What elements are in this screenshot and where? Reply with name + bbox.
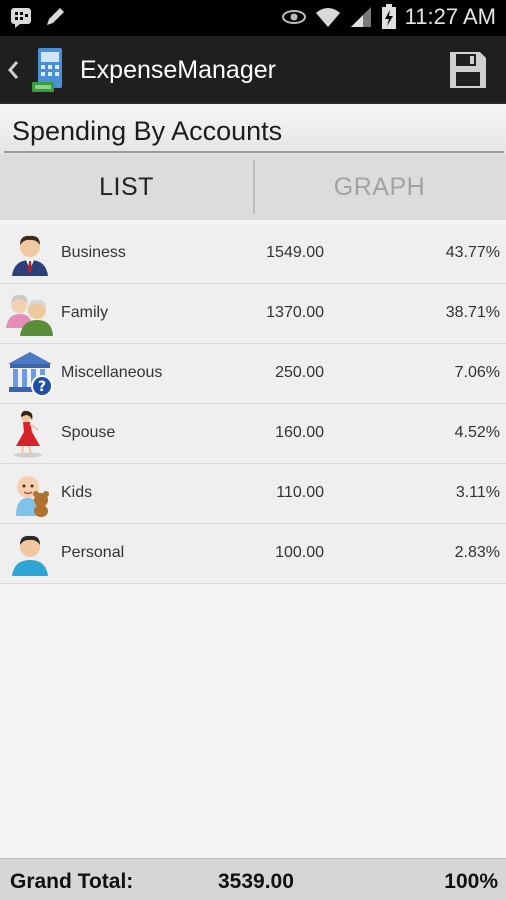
account-amount: 1370.00 <box>266 304 324 321</box>
grand-total-amount: 3539.00 <box>218 870 294 893</box>
account-amount: 1549.00 <box>266 244 324 261</box>
account-name: Personal <box>61 544 125 561</box>
action-bar: ExpenseManager <box>0 36 506 104</box>
list-item[interactable]: Spouse 160.00 4.52% <box>0 404 506 464</box>
family-icon <box>6 294 53 336</box>
account-name: Business <box>61 244 126 261</box>
account-name: Miscellaneous <box>61 364 163 381</box>
eye-icon <box>281 10 306 24</box>
tab-graph[interactable]: GRAPH <box>253 154 506 220</box>
accounts-list: Business 1549.00 43.77% Family 1370.00 3… <box>0 224 506 584</box>
grand-total-percent: 100% <box>444 870 498 893</box>
status-bar: 11:27 AM <box>0 0 506 36</box>
app-title: ExpenseManager <box>80 56 276 84</box>
account-percent: 3.11% <box>455 484 500 501</box>
account-percent: 4.52% <box>454 424 500 441</box>
tab-divider <box>253 160 255 214</box>
list-item[interactable]: Personal 100.00 2.83% <box>0 524 506 584</box>
wifi-icon <box>315 8 340 27</box>
page-title: Spending By Accounts <box>12 116 283 146</box>
back-chevron-icon[interactable] <box>6 54 20 86</box>
account-name: Spouse <box>61 424 116 441</box>
account-name: Kids <box>61 484 93 501</box>
account-amount: 100.00 <box>275 544 324 561</box>
bank-question-icon: ? <box>8 352 53 397</box>
baby-teddy-icon <box>16 476 49 517</box>
svg-text:?: ? <box>38 379 46 395</box>
signal-icon <box>350 7 371 27</box>
heading-divider <box>4 151 504 153</box>
pencil-icon <box>47 8 64 25</box>
grand-total-bar: Grand Total: 3539.00 100% <box>0 858 506 900</box>
tab-list[interactable]: LIST <box>0 154 253 220</box>
person-icon <box>12 535 48 576</box>
woman-dress-icon <box>14 410 42 458</box>
list-item[interactable]: Family 1370.00 38.71% <box>0 284 506 344</box>
account-percent: 7.06% <box>454 364 500 381</box>
battery-charging-icon <box>381 4 396 29</box>
bbm-icon <box>11 8 31 28</box>
app-icon[interactable] <box>30 46 70 94</box>
save-icon[interactable] <box>446 48 490 92</box>
account-percent: 38.71% <box>445 304 500 321</box>
account-amount: 110.00 <box>276 484 324 501</box>
account-name: Family <box>61 304 109 321</box>
account-amount: 160.00 <box>275 424 324 441</box>
list-item[interactable]: Business 1549.00 43.77% <box>0 224 506 284</box>
account-percent: 2.83% <box>454 544 500 561</box>
clock: 11:27 AM <box>404 4 496 29</box>
list-item[interactable]: ? Miscellaneous 250.00 7.06% <box>0 344 506 404</box>
list-item[interactable]: Kids 110.00 3.11% <box>0 464 506 524</box>
businessman-icon <box>12 235 48 276</box>
account-percent: 43.77% <box>445 244 500 261</box>
grand-total-label: Grand Total: <box>10 870 134 893</box>
heading-area: Spending By Accounts <box>0 104 506 156</box>
account-amount: 250.00 <box>275 364 324 381</box>
